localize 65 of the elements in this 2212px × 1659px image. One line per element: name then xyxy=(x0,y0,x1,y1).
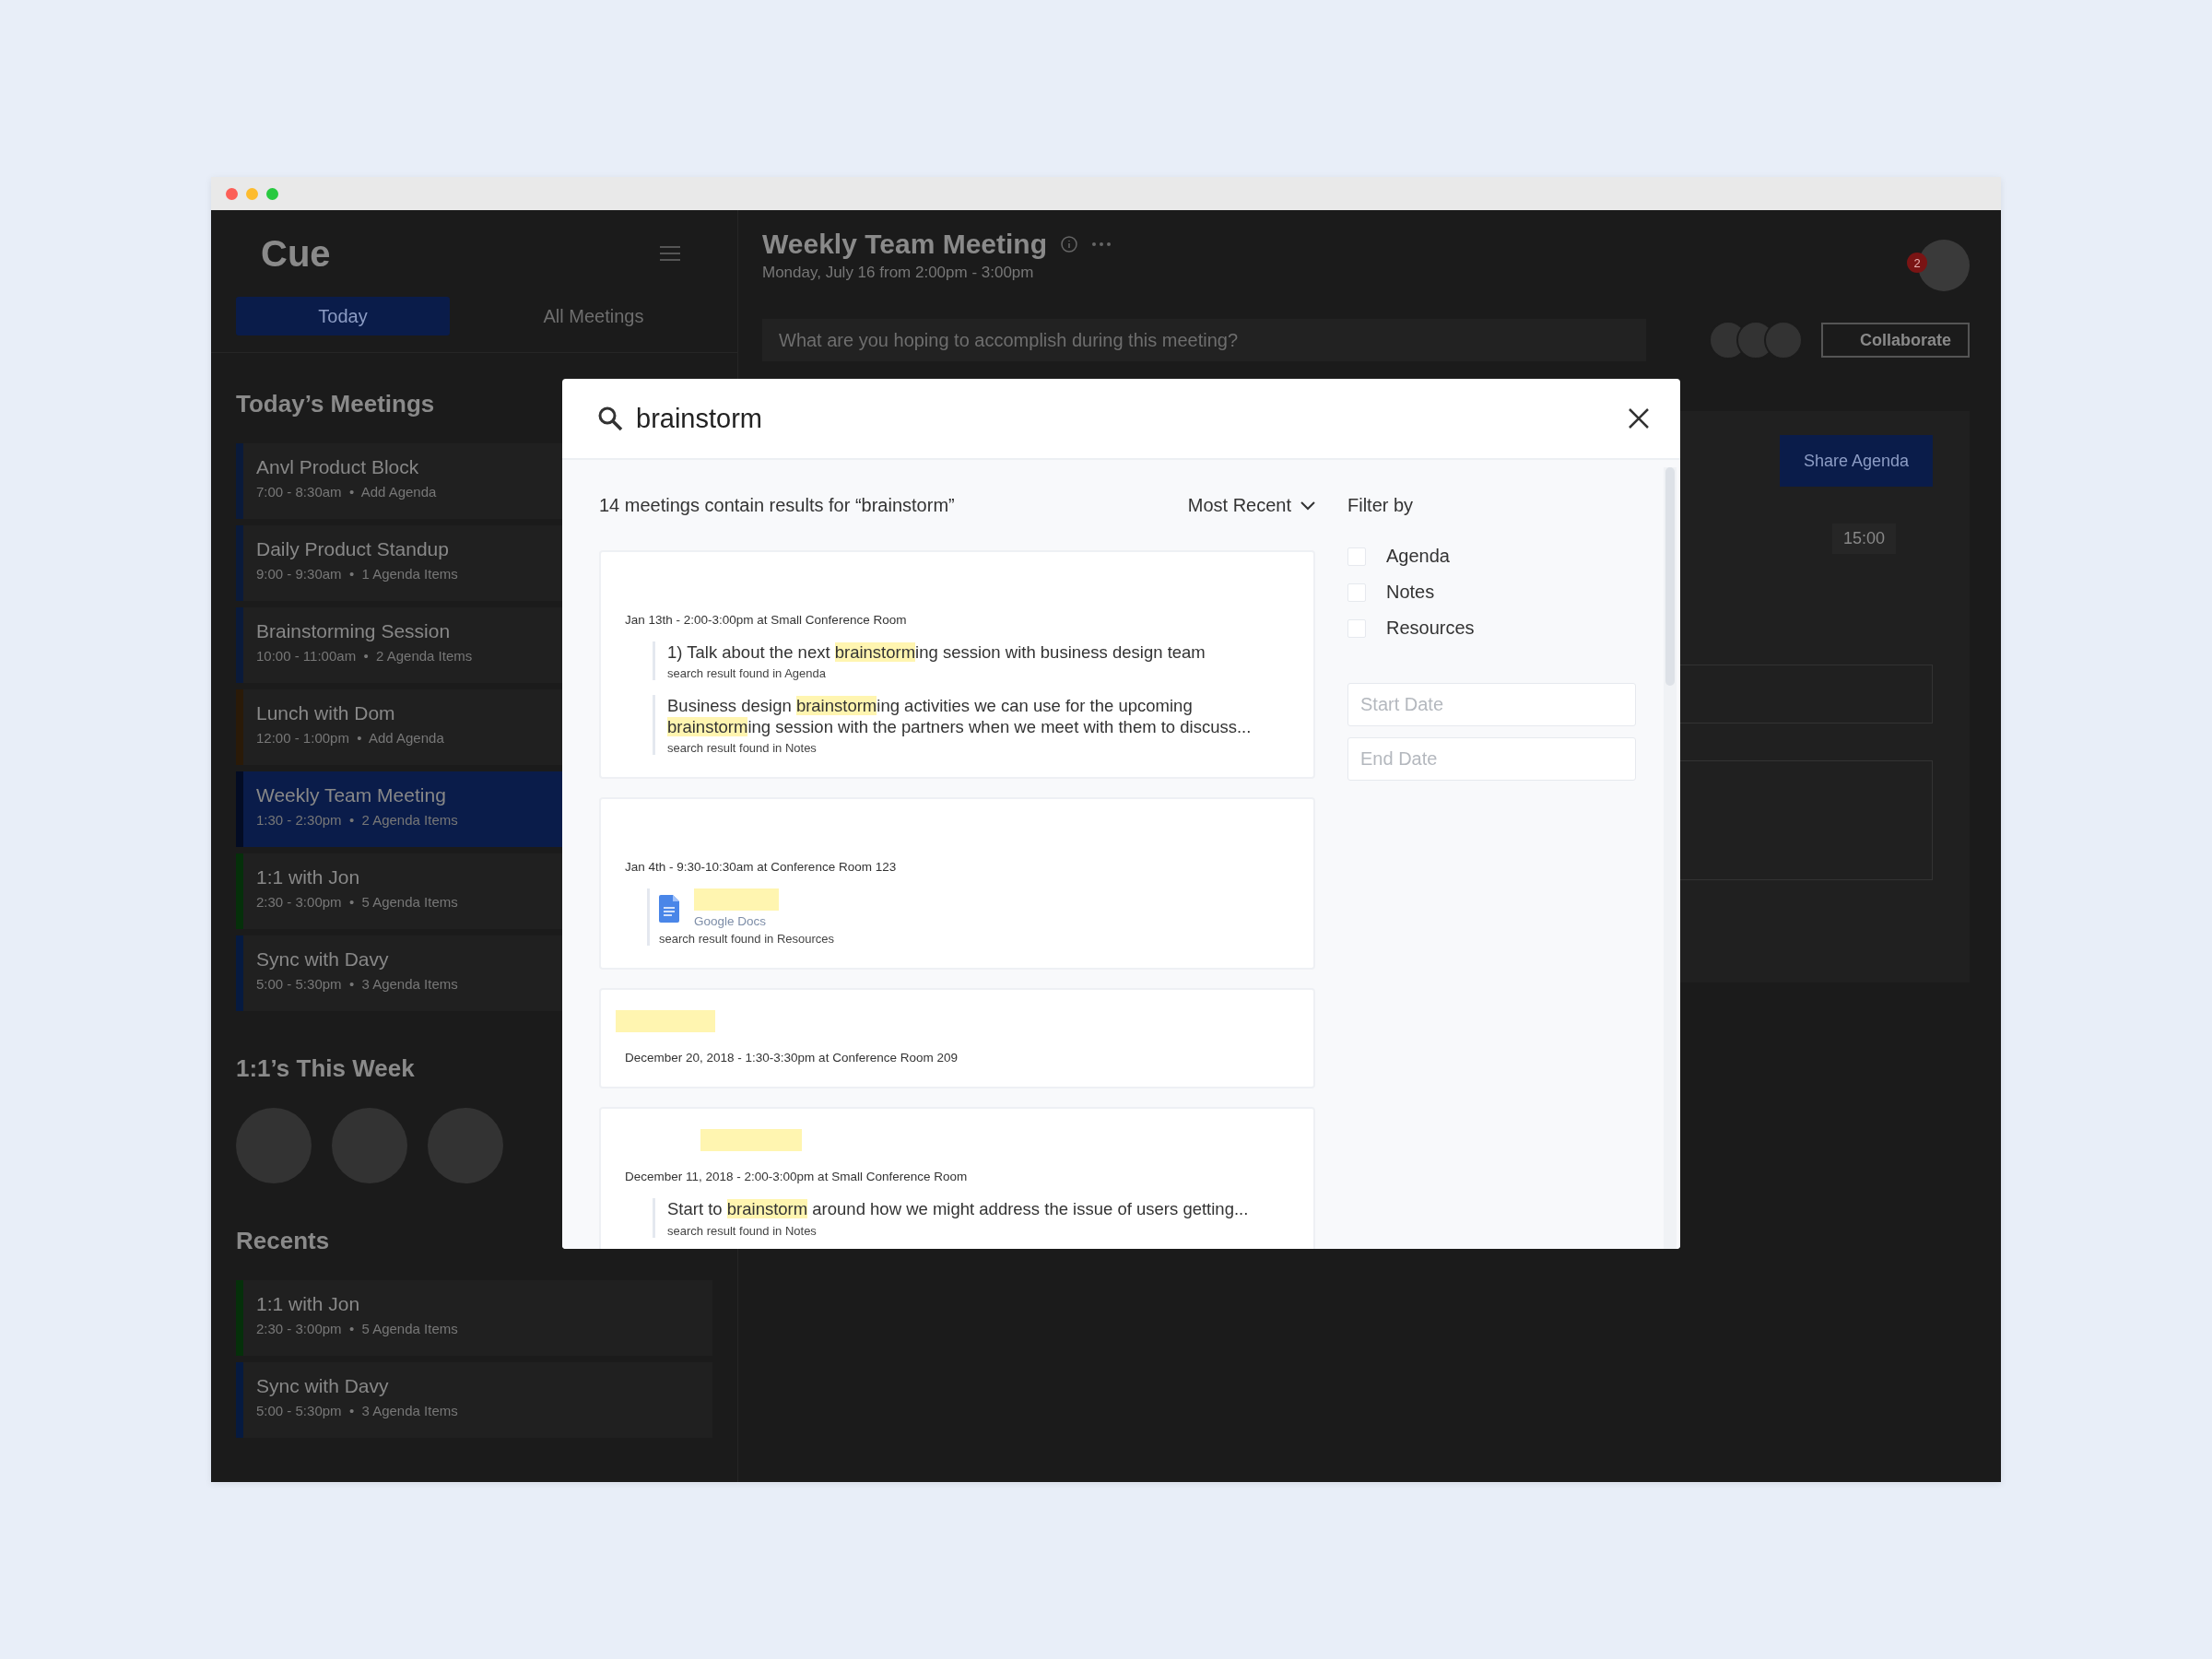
search-icon xyxy=(597,406,623,431)
result-card[interactable] xyxy=(599,550,1315,780)
more-icon[interactable] xyxy=(1091,241,1112,247)
meeting-details: 10:00 - 11:00am • 2 Agenda Items xyxy=(256,648,473,664)
sort-dropdown[interactable]: Most Recent xyxy=(1187,495,1315,516)
user-avatar[interactable] xyxy=(1918,240,1970,291)
result-card[interactable]: December 20, 2018 - 1:30-3:30pm at Conference Room 209 xyxy=(599,988,1315,1089)
meeting-details: 1:30 - 2:30pm • 2 Agenda Items xyxy=(256,812,458,828)
result-snippet: Start to brainstorm around how we might address the issue of users getting... xyxy=(667,1198,1250,1220)
section-heading: Recents xyxy=(236,1227,330,1255)
meeting-heading: Weekly Team Meeting xyxy=(762,229,1047,260)
meeting-item[interactable]: Sync with Davy 5:00 - 5:30pm • 3 Agenda Items xyxy=(236,1362,712,1438)
meeting-title: Anvl Product Block xyxy=(256,456,419,478)
goal-field[interactable]: What are you hoping to accomplish during this meeting? xyxy=(762,319,1646,361)
timer: 15:00 xyxy=(1831,524,1896,554)
meeting-title: Weekly Team Meeting xyxy=(256,784,446,806)
tab[interactable]: All Meetings xyxy=(487,297,700,335)
search-query[interactable]: brainstorm xyxy=(636,403,1616,434)
close-icon[interactable] xyxy=(1629,408,1649,429)
section-heading: Today’s Meetings xyxy=(236,390,435,418)
meeting-title: Sync with Davy xyxy=(256,1375,389,1397)
result-source: search result found in Notes xyxy=(667,1223,818,1238)
scrollbar[interactable] xyxy=(1664,467,1677,1249)
filter-label: Resources xyxy=(1386,618,1475,639)
meeting-title: 1:1 with Jon xyxy=(256,1293,360,1315)
meeting-item[interactable]: 1:1 with Jon 2:30 - 3:00pm • 5 Agenda Items xyxy=(236,1280,712,1356)
close-window-icon[interactable] xyxy=(226,187,238,200)
maximize-window-icon[interactable] xyxy=(266,187,278,200)
app-logo: Cue xyxy=(261,232,331,275)
meeting-title: Daily Product Standup xyxy=(256,538,449,560)
minimize-window-icon[interactable] xyxy=(246,187,258,200)
scrollbar-thumb[interactable] xyxy=(1665,467,1675,686)
meeting-when: December 20, 2018 - 1:30-3:30pm at Conference Room 209 xyxy=(625,1051,959,1065)
meeting-title: Brainstorming Session xyxy=(256,620,451,642)
share-agenda-button[interactable]: Share Agenda xyxy=(1780,435,1933,487)
end-date-field[interactable]: End Date xyxy=(1347,737,1636,781)
meeting-details: 2:30 - 3:00pm • 5 Agenda Items xyxy=(256,894,458,910)
meeting-details: 5:00 - 5:30pm • 3 Agenda Items xyxy=(256,976,458,992)
filter-label: Notes xyxy=(1386,582,1435,603)
filter-heading: Filter by xyxy=(1347,495,1415,516)
notification-badge: 2 xyxy=(1907,253,1927,273)
result-card[interactable]: Jan 4th - 9:30-10:30am at Conference Room 123 Google Docs search result found in Resources xyxy=(599,797,1315,971)
meeting-details: 2:30 - 3:00pm • 5 Agenda Items xyxy=(256,1321,458,1336)
checkbox[interactable] xyxy=(1347,618,1366,638)
info-icon[interactable] xyxy=(1060,235,1078,253)
meeting-details: 7:00 - 8:30am • Add Agenda xyxy=(256,484,437,500)
meeting-date: Monday, July 16 from 2:00pm - 3:00pm xyxy=(762,264,1035,282)
collaborate-button[interactable]: Collaborate xyxy=(1820,323,1970,358)
start-date-field[interactable]: Start Date xyxy=(1347,683,1636,726)
menu-icon[interactable] xyxy=(658,244,682,263)
meeting-title: Sync with Davy xyxy=(256,948,389,971)
filter-label: Agenda xyxy=(1386,546,1450,567)
checkbox[interactable] xyxy=(1347,582,1366,602)
checkbox[interactable] xyxy=(1347,547,1366,566)
meeting-title: Lunch with Dom xyxy=(256,702,395,724)
chevron-icon xyxy=(1300,500,1315,511)
meeting-details: 9:00 - 9:30am • 1 Agenda Items xyxy=(256,566,458,582)
meeting-when: December 11, 2018 - 2:00-3:00pm at Small Conference Room xyxy=(625,1170,969,1184)
meeting-details: 12:00 - 1:00pm • Add Agenda xyxy=(256,730,444,746)
meeting-title: 1:1 with Jon xyxy=(256,866,360,888)
tab[interactable]: Today xyxy=(236,297,450,335)
result-card[interactable]: December 11, 2018 - 2:00-3:00pm at Small Conference Room Start to brainstorm around how we might address the issue of users getting... search result found in Notes xyxy=(599,1107,1315,1249)
section-heading: 1:1’s This Week xyxy=(236,1054,415,1083)
meeting-details: 5:00 - 5:30pm • 3 Agenda Items xyxy=(256,1403,458,1418)
document-icon xyxy=(659,894,679,923)
